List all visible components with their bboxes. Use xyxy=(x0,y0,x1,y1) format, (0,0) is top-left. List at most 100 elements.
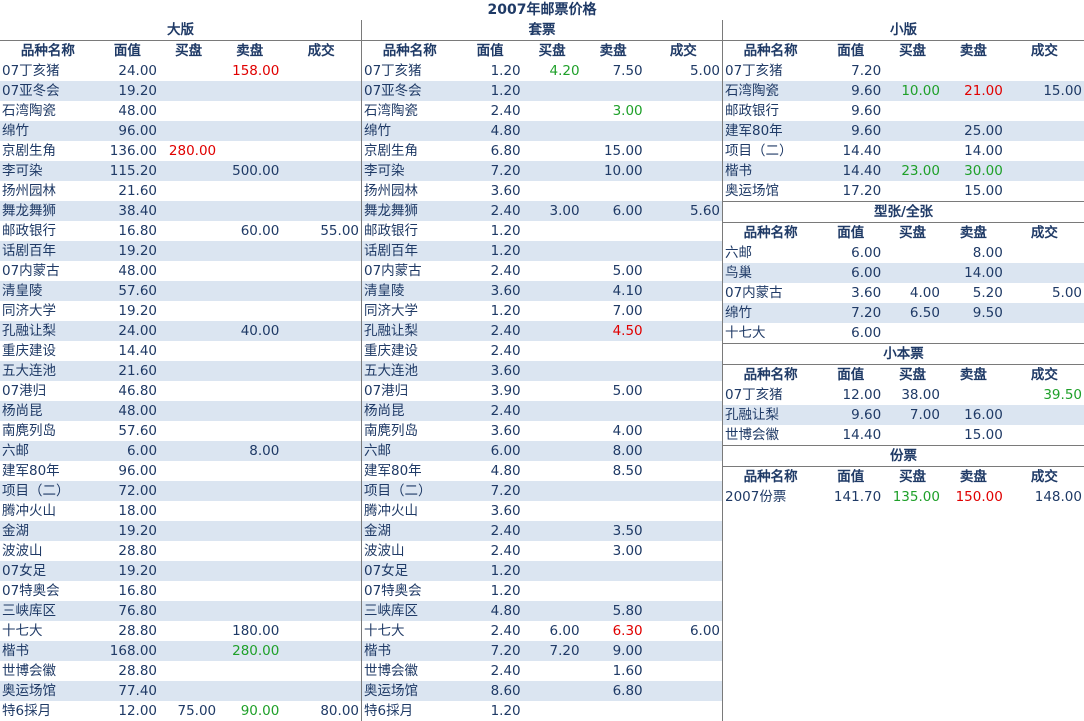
cell-ask: 3.00 xyxy=(581,541,645,561)
cell-name: 舞龙舞狮 xyxy=(362,201,458,221)
table-row: 07丁亥猪 7.20 xyxy=(723,61,1084,81)
cell-face: 4.80 xyxy=(457,461,523,481)
table-row: 邮政银行 16.80 60.00 55.00 xyxy=(0,221,361,241)
cell-name: 话剧百年 xyxy=(0,241,96,261)
table-row: 邮政银行 9.60 xyxy=(723,101,1084,121)
column-header: 成交 xyxy=(1004,222,1084,243)
cell-bid xyxy=(522,81,582,101)
cell-face: 8.60 xyxy=(457,681,523,701)
cell-bid xyxy=(522,321,582,341)
table-row: 杨尚昆 48.00 xyxy=(0,401,361,421)
section-title-row: 型张/全张 xyxy=(723,201,1084,223)
cell-ask xyxy=(581,401,645,421)
table-row: 07丁亥猪 12.00 38.00 39.50 xyxy=(723,385,1084,405)
cell-name: 项目（二） xyxy=(723,141,819,161)
cell-ask: 1.60 xyxy=(581,661,645,681)
cell-name: 石湾陶瓷 xyxy=(0,101,96,121)
cell-deal xyxy=(644,261,722,281)
section-title: 型张/全张 xyxy=(723,201,1084,223)
column-header: 买盘 xyxy=(159,40,219,61)
section-title-row: 套票 xyxy=(362,20,722,41)
cell-name: 李可染 xyxy=(0,161,96,181)
cell-bid xyxy=(522,481,582,501)
cell-name: 建军80年 xyxy=(362,461,458,481)
cell-face: 76.80 xyxy=(95,601,160,621)
cell-bid xyxy=(883,323,942,343)
column-header: 成交 xyxy=(644,40,722,61)
cell-bid xyxy=(883,61,942,81)
cell-name: 楷书 xyxy=(0,641,96,661)
column-header-row: 品种名称 面值 买盘 卖盘 成交 xyxy=(362,40,722,61)
cell-name: 奥运场馆 xyxy=(362,681,458,701)
cell-bid: 75.00 xyxy=(159,701,219,721)
column-header-row: 品种名称 面值 买盘 卖盘 成交 xyxy=(0,40,361,61)
cell-deal xyxy=(281,581,361,601)
column-header: 面值 xyxy=(818,364,884,385)
cell-ask xyxy=(218,581,282,601)
column-header: 卖盘 xyxy=(941,40,1005,61)
cell-bid xyxy=(522,461,582,481)
cell-deal xyxy=(1004,141,1084,161)
cell-deal xyxy=(644,701,722,721)
table-row: 07港归 3.90 5.00 xyxy=(362,381,722,401)
cell-face: 28.80 xyxy=(95,541,160,561)
cell-ask: 3.50 xyxy=(581,521,645,541)
cell-ask xyxy=(218,121,282,141)
column-header: 卖盘 xyxy=(581,40,645,61)
panel-set: 套票 品种名称 面值 买盘 卖盘 成交 07丁亥猪 1.20 4.20 7.50 5.00 07亚冬会… xyxy=(362,20,723,721)
cell-face: 14.40 xyxy=(818,141,884,161)
cell-name: 07特奥会 xyxy=(0,581,96,601)
cell-deal xyxy=(281,401,361,421)
table-row: 京剧生角 136.00 280.00 xyxy=(0,141,361,161)
cell-bid xyxy=(159,181,219,201)
cell-deal xyxy=(644,561,722,581)
cell-deal xyxy=(1004,121,1084,141)
table-row: 世博会徽 2.40 1.60 xyxy=(362,661,722,681)
cell-face: 1.20 xyxy=(457,61,523,81)
cell-deal: 148.00 xyxy=(1004,487,1084,507)
cell-face: 3.60 xyxy=(818,283,884,303)
cell-name: 07丁亥猪 xyxy=(362,61,458,81)
cell-ask: 5.80 xyxy=(581,601,645,621)
cell-name: 扬州园林 xyxy=(362,181,458,201)
cell-ask xyxy=(218,101,282,121)
column-header-row: 品种名称 面值 买盘 卖盘 成交 xyxy=(723,364,1084,385)
cell-deal xyxy=(644,161,722,181)
cell-face: 9.60 xyxy=(818,405,884,425)
cell-face: 3.60 xyxy=(457,181,523,201)
column-header: 品种名称 xyxy=(723,222,819,243)
panel-small-sheet: 小版 品种名称 面值 买盘 卖盘 成交 07丁亥猪 7.20 石湾陶瓷 9.60 10.00 21.0… xyxy=(723,20,1084,507)
table-row: 十七大 28.80 180.00 xyxy=(0,621,361,641)
cell-ask xyxy=(218,201,282,221)
table-row: 同济大学 1.20 7.00 xyxy=(362,301,722,321)
cell-name: 07丁亥猪 xyxy=(0,61,96,81)
cell-deal xyxy=(644,341,722,361)
cell-name: 绵竹 xyxy=(723,303,819,323)
cell-face: 6.00 xyxy=(818,263,884,283)
cell-bid: 7.00 xyxy=(883,405,942,425)
cell-bid xyxy=(522,501,582,521)
cell-deal xyxy=(644,461,722,481)
cell-name: 清皇陵 xyxy=(0,281,96,301)
cell-ask xyxy=(218,501,282,521)
table-row: 清皇陵 57.60 xyxy=(0,281,361,301)
cell-ask: 25.00 xyxy=(941,121,1005,141)
cell-name: 2007份票 xyxy=(723,487,819,507)
cell-name: 李可染 xyxy=(362,161,458,181)
cell-face: 7.20 xyxy=(818,61,884,81)
cell-name: 孔融让梨 xyxy=(0,321,96,341)
price-table: 小版 品种名称 面值 买盘 卖盘 成交 07丁亥猪 7.20 石湾陶瓷 9.60 10.00 21.0… xyxy=(723,20,1084,201)
cell-name: 十七大 xyxy=(0,621,96,641)
cell-bid xyxy=(159,301,219,321)
cell-name: 邮政银行 xyxy=(0,221,96,241)
cell-name: 重庆建设 xyxy=(0,341,96,361)
section-title-row: 大版 xyxy=(0,20,361,41)
cell-bid xyxy=(159,61,219,81)
cell-bid xyxy=(883,263,942,283)
table-row: 三峡库区 4.80 5.80 xyxy=(362,601,722,621)
section-title-row: 小本票 xyxy=(723,343,1084,365)
cell-deal xyxy=(1004,303,1084,323)
cell-face: 14.40 xyxy=(818,425,884,445)
cell-name: 邮政银行 xyxy=(362,221,458,241)
cell-bid xyxy=(522,141,582,161)
